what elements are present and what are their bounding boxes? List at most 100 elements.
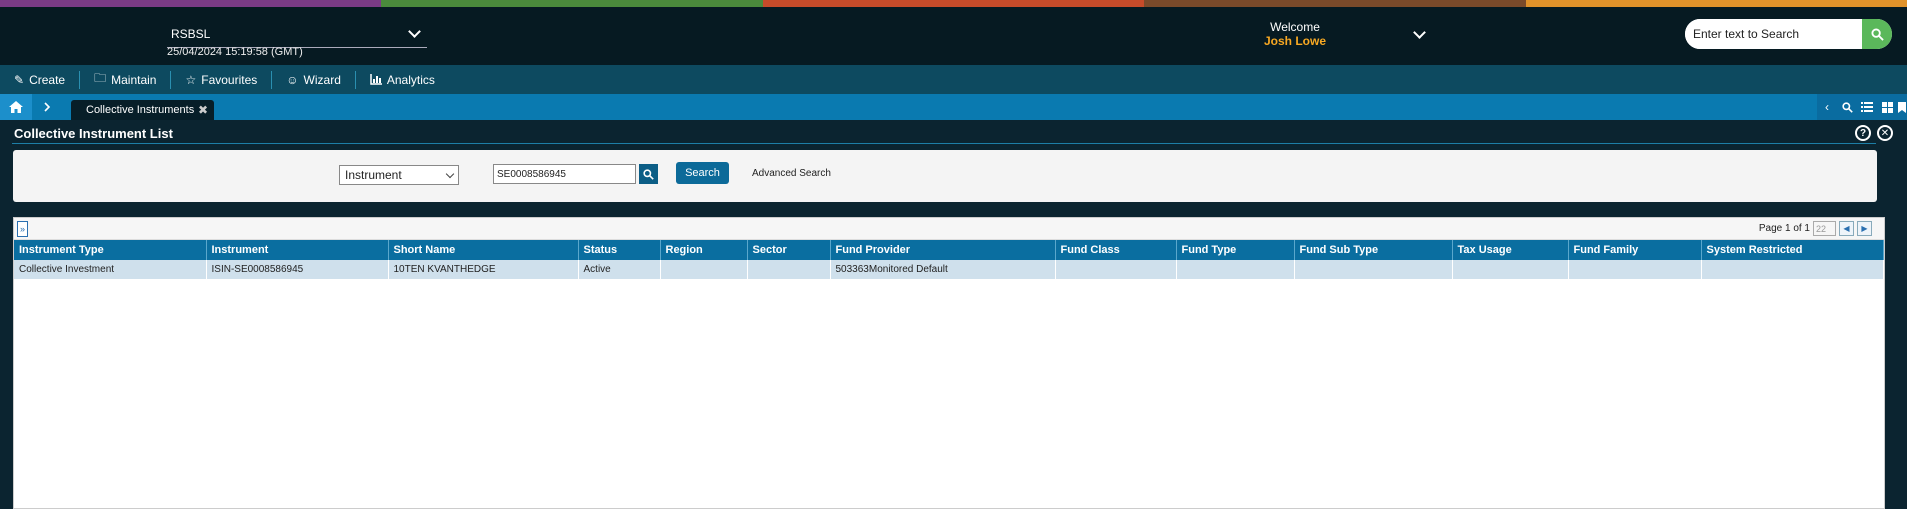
menu-create[interactable]: ✎ Create (0, 70, 81, 89)
table-cell: Active (578, 260, 661, 279)
table-cell (1452, 260, 1569, 279)
grid-icon (1881, 101, 1893, 113)
column-header[interactable]: Fund Family (1568, 240, 1702, 260)
stripe-segment (1525, 0, 1907, 7)
title-divider (12, 143, 1876, 144)
close-icon[interactable]: ✕ (1877, 125, 1893, 141)
user-name: Josh Lowe (1263, 34, 1326, 48)
menu-analytics[interactable]: Analytics (356, 71, 449, 89)
search-icon (1841, 101, 1853, 113)
star-icon: ☆ (185, 72, 197, 87)
bookmark-button[interactable] (1897, 94, 1907, 120)
stripe-segment (762, 0, 1145, 7)
page-indicator: Page 1 of 1 (1758, 223, 1810, 234)
results-table: Instrument Type Instrument Short Name St… (14, 240, 1884, 279)
column-header[interactable]: Fund Sub Type (1294, 240, 1453, 260)
search-button[interactable]: Search (676, 162, 729, 184)
expand-icon[interactable]: » (17, 221, 28, 237)
column-header[interactable]: Instrument (206, 240, 389, 260)
main-menu: ✎ Create 🗀 Maintain ☆ Favourites ☺ Wizar… (0, 65, 1907, 94)
menu-label: Favourites (201, 72, 258, 87)
session-datetime: 25/04/2024 15:19:58 (GMT) (167, 46, 303, 58)
column-header[interactable]: Fund Provider (830, 240, 1056, 260)
column-header[interactable]: Short Name (388, 240, 579, 260)
column-header[interactable]: Region (660, 240, 748, 260)
help-icon[interactable]: ? (1855, 125, 1871, 141)
table-cell: 503363Monitored Default (830, 260, 1056, 279)
search-query-input[interactable]: SE0008586945 (493, 164, 636, 184)
chevron-down-icon (445, 169, 455, 178)
organisation-value: RSBSL (171, 26, 211, 41)
results-grid: » Page 1 of 1 22 ◀ ▶ Instrument Type Ins… (13, 217, 1885, 509)
column-header[interactable]: Tax Usage (1452, 240, 1569, 260)
menu-wizard[interactable]: ☺ Wizard (272, 70, 356, 89)
prev-page-icon[interactable]: ◀ (1839, 221, 1854, 236)
list-icon (1861, 102, 1873, 112)
tab-bar: Collective Instruments ✖ ‹ (0, 94, 1907, 120)
table-cell (1294, 260, 1453, 279)
menu-label: Wizard (303, 72, 341, 87)
grid-toolbar: » Page 1 of 1 22 ◀ ▶ (14, 218, 1884, 240)
table-row[interactable]: Collective Investment ISIN-SE0008586945 … (14, 260, 1884, 279)
menu-label: Create (29, 72, 66, 87)
tab-collective-instruments[interactable]: Collective Instruments ✖ (71, 100, 214, 120)
table-header-row: Instrument Type Instrument Short Name St… (14, 240, 1884, 260)
column-header[interactable]: Fund Type (1176, 240, 1295, 260)
home-button[interactable] (0, 94, 32, 120)
menu-label: Analytics (386, 72, 435, 87)
global-search-button[interactable] (1862, 19, 1892, 49)
bookmark-icon (1898, 101, 1906, 113)
main-content: Collective Instrument List ? ✕ Instrumen… (0, 120, 1907, 509)
chevron-right-icon (43, 102, 50, 112)
advanced-search-link[interactable]: Advanced Search (752, 168, 831, 179)
page-size-input[interactable]: 22 (1813, 221, 1836, 236)
global-search-input[interactable] (1685, 19, 1862, 49)
table-cell (1176, 260, 1295, 279)
search-type-select[interactable]: Instrument (339, 165, 459, 185)
close-icon[interactable]: ✖ (198, 103, 208, 117)
organisation-select[interactable]: RSBSL (167, 20, 427, 48)
search-type-value: Instrument (345, 168, 402, 182)
pager: Page 1 of 1 22 ◀ ▶ (1759, 221, 1872, 236)
table-cell (1568, 260, 1702, 279)
table-cell (660, 260, 748, 279)
tab-search-button[interactable] (1837, 94, 1857, 120)
home-icon (9, 101, 23, 113)
column-header[interactable]: Instrument Type (14, 240, 207, 260)
table-cell (1055, 260, 1177, 279)
search-icon (643, 168, 654, 180)
chevron-down-icon (408, 25, 421, 38)
table-cell: ISIN-SE0008586945 (206, 260, 389, 279)
table-cell (747, 260, 831, 279)
column-header[interactable]: System Restricted (1701, 240, 1884, 260)
list-view-button[interactable] (1857, 94, 1877, 120)
tab-tools: ‹ (1817, 94, 1907, 120)
search-panel: Instrument SE0008586945 Search Advanced … (13, 150, 1877, 202)
welcome-label: Welcome (1270, 20, 1320, 34)
page-title: Collective Instrument List (14, 126, 173, 141)
column-header[interactable]: Sector (747, 240, 831, 260)
table-cell: 10TEN KVANTHEDGE (388, 260, 579, 279)
column-header[interactable]: Fund Class (1055, 240, 1177, 260)
chevron-left-icon[interactable]: ‹ (1817, 94, 1837, 120)
brand-stripe (0, 0, 1907, 7)
welcome-block: Welcome Josh Lowe (1250, 20, 1340, 48)
table-cell (1701, 260, 1884, 279)
menu-maintain[interactable]: 🗀 Maintain (80, 70, 172, 89)
grid-view-button[interactable] (1877, 94, 1897, 120)
title-actions: ? ✕ (1855, 125, 1893, 141)
next-page-icon[interactable]: ▶ (1857, 221, 1872, 236)
folder-icon: 🗀 (94, 71, 107, 85)
tab-label: Collective Instruments (86, 104, 195, 116)
edit-icon: ✎ (14, 72, 25, 87)
tab-scroll-right-button[interactable] (36, 94, 58, 120)
menu-favourites[interactable]: ☆ Favourites (171, 70, 273, 89)
lookup-button[interactable] (639, 164, 658, 184)
stripe-segment (0, 0, 382, 7)
user-menu-chevron-icon[interactable] (1413, 26, 1426, 39)
stripe-segment (381, 0, 763, 7)
stripe-segment (1144, 0, 1526, 7)
smile-icon: ☺ (286, 72, 299, 87)
column-header[interactable]: Status (578, 240, 661, 260)
bar-chart-icon (370, 74, 382, 85)
